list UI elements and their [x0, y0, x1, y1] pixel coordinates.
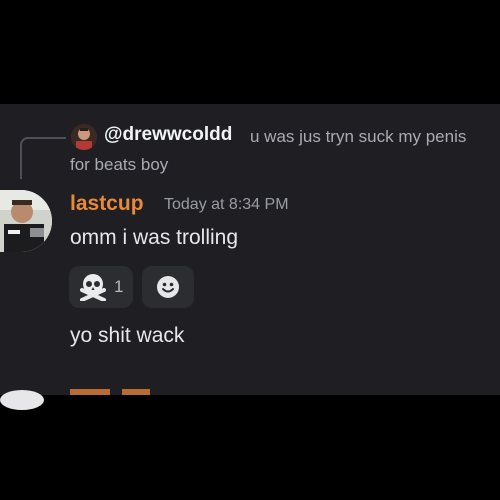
next-user-avatar[interactable]	[0, 390, 44, 410]
reaction-skull[interactable]: 1	[69, 266, 133, 308]
reply-preview-text-continued[interactable]: for beats boy	[70, 155, 168, 175]
message-text-followup: yo shit wack	[70, 324, 185, 347]
add-reaction-button[interactable]	[142, 266, 194, 308]
reply-username[interactable]: @drewwcoldd	[104, 124, 232, 146]
message-username[interactable]: lastcup	[70, 192, 144, 216]
reply-preview-text[interactable]: u was jus tryn suck my penis	[250, 127, 466, 147]
reply-connector	[20, 137, 66, 179]
reaction-count: 1	[114, 277, 124, 296]
message-timestamp: Today at 8:34 PM	[164, 196, 289, 213]
smiley-icon	[157, 276, 179, 298]
message-text: omm i was trolling	[70, 226, 239, 249]
skull-and-crossbones-icon	[79, 273, 107, 302]
reply-avatar[interactable]	[71, 124, 97, 150]
next-username-cutoff	[70, 389, 150, 395]
